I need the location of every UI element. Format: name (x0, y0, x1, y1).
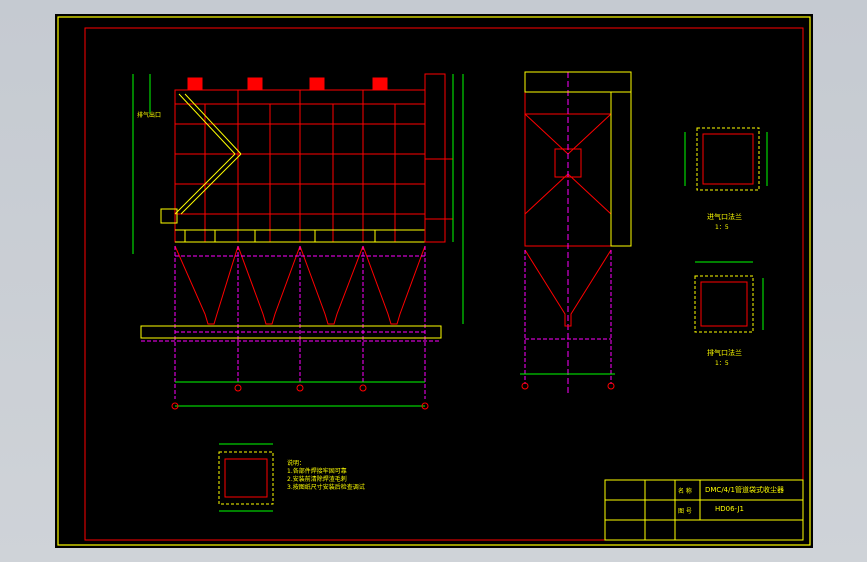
side-label: 排气出口 (137, 112, 162, 119)
cad-drawing-canvas (57, 16, 811, 546)
title-block-name-value: DMC/4/1管道袋式收尘器 (705, 486, 784, 494)
notes-line: 1.各部件焊接牢固可靠 (287, 468, 347, 475)
notes-heading: 说明： (287, 460, 306, 467)
cad-viewport[interactable]: 排气出口 进气口法兰 1：5 排气口法兰 1：5 说明： 1.各部件焊接牢固可靠… (0, 0, 867, 562)
front-elevation (132, 73, 464, 410)
title-block-name-label: 名 称 (678, 488, 692, 495)
notes-line: 3.按图纸尺寸安装后检查调试 (287, 484, 365, 491)
inlet-flange-label: 进气口法兰 (707, 213, 742, 221)
title-block-number-value: HD06-J1 (715, 505, 744, 513)
outlet-flange-scale: 1：5 (715, 360, 729, 367)
side-elevation (520, 71, 632, 394)
notes-block: 说明： 1.各部件焊接牢固可靠 2.安装前清除焊渣毛刺 3.按图纸尺寸安装后检查… (287, 460, 365, 492)
outlet-flange-label: 排气口法兰 (707, 349, 742, 357)
drawing-sheet[interactable]: 排气出口 进气口法兰 1：5 排气口法兰 1：5 说明： 1.各部件焊接牢固可靠… (55, 14, 813, 548)
outer-frame (57, 16, 811, 546)
bottom-flange-detail (218, 443, 274, 512)
outlet-flange-detail (694, 261, 764, 333)
title-block-number-label: 图 号 (678, 508, 692, 515)
inlet-flange-scale: 1：5 (715, 224, 729, 231)
inlet-flange-detail (684, 127, 768, 191)
notes-line: 2.安装前清除焊渣毛刺 (287, 476, 347, 483)
